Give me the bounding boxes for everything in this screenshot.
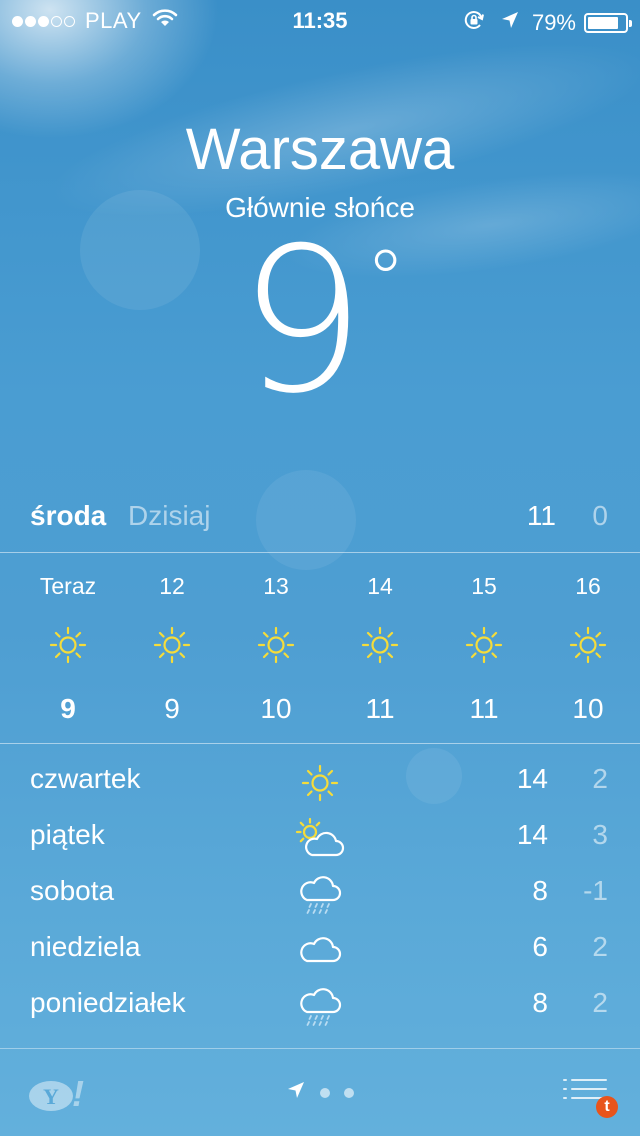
day-high: 6	[532, 931, 548, 962]
sun-icon	[16, 613, 120, 677]
battery-icon	[584, 13, 632, 33]
today-day-name: środa	[30, 500, 107, 531]
today-low: 0	[592, 500, 608, 531]
daily-row: czwartek 14 2	[0, 755, 640, 811]
day-high: 8	[532, 875, 548, 906]
rain-cloud-icon	[288, 871, 352, 919]
hour-column: 12 9	[120, 553, 224, 725]
today-label: Dzisiaj	[128, 500, 211, 531]
day-name: niedziela	[30, 931, 141, 962]
hour-label: Teraz	[39, 573, 97, 599]
battery-percent: 79%	[531, 10, 576, 35]
sun-icon	[288, 759, 352, 807]
page-dot	[320, 1087, 330, 1098]
hourly-forecast[interactable]: Teraz 9 12 9 13 10 14 11 15 11 16 10	[0, 553, 640, 743]
page-indicator[interactable]	[0, 1080, 640, 1105]
day-name: poniedziałek	[30, 987, 186, 1018]
current-temperature-value: 9	[238, 205, 365, 438]
sun-icon	[224, 613, 328, 677]
sun-icon	[328, 613, 432, 677]
divider	[0, 743, 640, 744]
day-high: 14	[516, 763, 548, 794]
day-high: 8	[532, 987, 548, 1018]
cloud-icon	[288, 927, 352, 975]
sun-icon	[432, 613, 536, 677]
hour-column: 13 10	[224, 553, 328, 725]
page-dot	[344, 1087, 354, 1098]
hour-column: 15 11	[432, 553, 536, 725]
current-location-icon	[286, 1080, 306, 1105]
divider	[0, 1048, 640, 1049]
day-high: 14	[516, 819, 548, 850]
today-row: środa Dzisiaj 11 0	[0, 496, 640, 540]
day-name: czwartek	[30, 763, 141, 794]
city-list-button[interactable]: t	[562, 1076, 618, 1120]
hour-label: 15	[471, 573, 497, 599]
notification-badge: t	[596, 1096, 618, 1118]
rain-cloud-icon	[288, 983, 352, 1031]
today-high: 11	[526, 500, 556, 531]
day-low: 3	[592, 819, 608, 850]
hour-label: 16	[575, 573, 601, 599]
sun-icon	[536, 613, 640, 677]
hour-column: 14 11	[328, 553, 432, 725]
location-services-icon	[500, 10, 520, 36]
day-low: 2	[592, 763, 608, 794]
day-name: piątek	[30, 819, 105, 850]
rotation-lock-icon	[462, 8, 486, 38]
day-low: 2	[592, 987, 608, 1018]
status-right: 79%	[462, 8, 632, 38]
bottom-toolbar: Y ! t	[0, 1050, 640, 1136]
hour-label: 14	[367, 573, 393, 599]
partly-cloudy-icon	[288, 815, 352, 863]
daily-row: sobota 8 -1	[0, 867, 640, 923]
hour-column: 16 10	[536, 553, 640, 725]
hour-temperature: 11	[469, 693, 499, 724]
hour-temperature: 9	[164, 693, 180, 724]
current-temperature: 9°	[0, 222, 640, 422]
day-low: -1	[583, 875, 608, 906]
daily-row: piątek 14 3	[0, 811, 640, 867]
hour-temperature: 11	[365, 693, 395, 724]
hour-label: 12	[159, 573, 185, 599]
day-low: 2	[592, 931, 608, 962]
hour-temperature: 9	[60, 693, 76, 724]
daily-row: poniedziałek 8 2	[0, 979, 640, 1035]
status-bar: PLAY 11:35 79%	[0, 0, 640, 40]
daily-forecast[interactable]: czwartek 14 2 piątek 14 3 sobota 8 -1 ni…	[0, 755, 640, 1035]
city-name: Warszawa	[185, 117, 455, 182]
daily-row: niedziela 6 2	[0, 923, 640, 979]
hour-label: 13	[263, 573, 289, 599]
sun-icon	[120, 613, 224, 677]
hour-temperature: 10	[260, 693, 292, 724]
degree-symbol: °	[365, 233, 406, 326]
day-name: sobota	[30, 875, 115, 906]
hour-column: Teraz 9	[16, 553, 120, 725]
hour-temperature: 10	[572, 693, 604, 724]
